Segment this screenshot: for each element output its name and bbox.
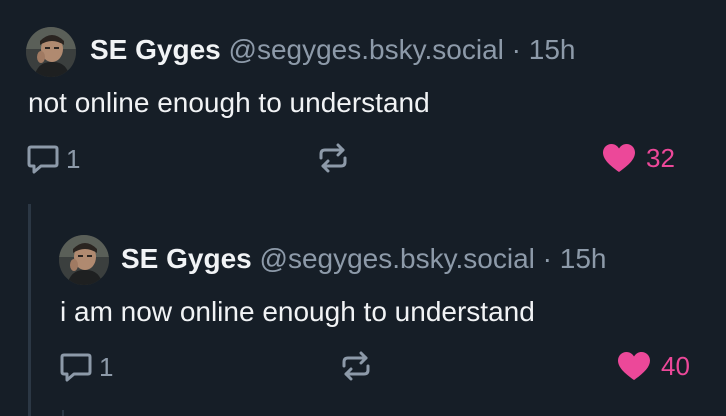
avatar-portrait-icon [59,235,109,285]
speech-bubble-icon [60,353,92,382]
repost-arrows-icon [342,351,370,381]
heart-icon [603,144,635,172]
post[interactable]: SE Gyges @segyges.bsky.social · 15h i am… [0,206,726,416]
avatar[interactable] [26,27,76,77]
reply-count: 1 [66,144,81,174]
speech-bubble-icon [27,145,59,174]
avatar[interactable] [59,235,109,285]
post[interactable]: SE Gyges @segyges.bsky.social · 15h not … [0,0,726,200]
repost-button[interactable] [317,143,349,173]
header-separator: · [511,34,521,65]
post-timestamp[interactable]: 15h [529,34,576,65]
reply-count: 1 [99,352,114,382]
post-text: i am now online enough to understand [60,296,535,327]
post-header: SE Gyges @segyges.bsky.social · 15h [121,243,606,275]
author-name[interactable]: SE Gyges [90,34,221,65]
author-handle[interactable]: @segyges.bsky.social [260,243,535,274]
like-button[interactable]: 32 [602,143,675,173]
post-header: SE Gyges @segyges.bsky.social · 15h [90,34,575,66]
like-count: 32 [646,143,675,173]
repost-arrows-icon [319,143,347,173]
author-name[interactable]: SE Gyges [121,243,252,274]
like-button[interactable]: 40 [617,351,690,381]
post-timestamp[interactable]: 15h [560,243,607,274]
heart-icon [618,352,650,380]
post-text: not online enough to understand [28,87,430,118]
reply-button[interactable]: 1 [26,143,80,175]
like-count: 40 [661,351,690,381]
thread-view: SE Gyges @segyges.bsky.social · 15h not … [0,0,726,416]
header-separator: · [542,243,552,274]
author-handle[interactable]: @segyges.bsky.social [229,34,504,65]
repost-button[interactable] [340,351,372,381]
reply-button[interactable]: 1 [59,351,113,383]
avatar-portrait-icon [26,27,76,77]
